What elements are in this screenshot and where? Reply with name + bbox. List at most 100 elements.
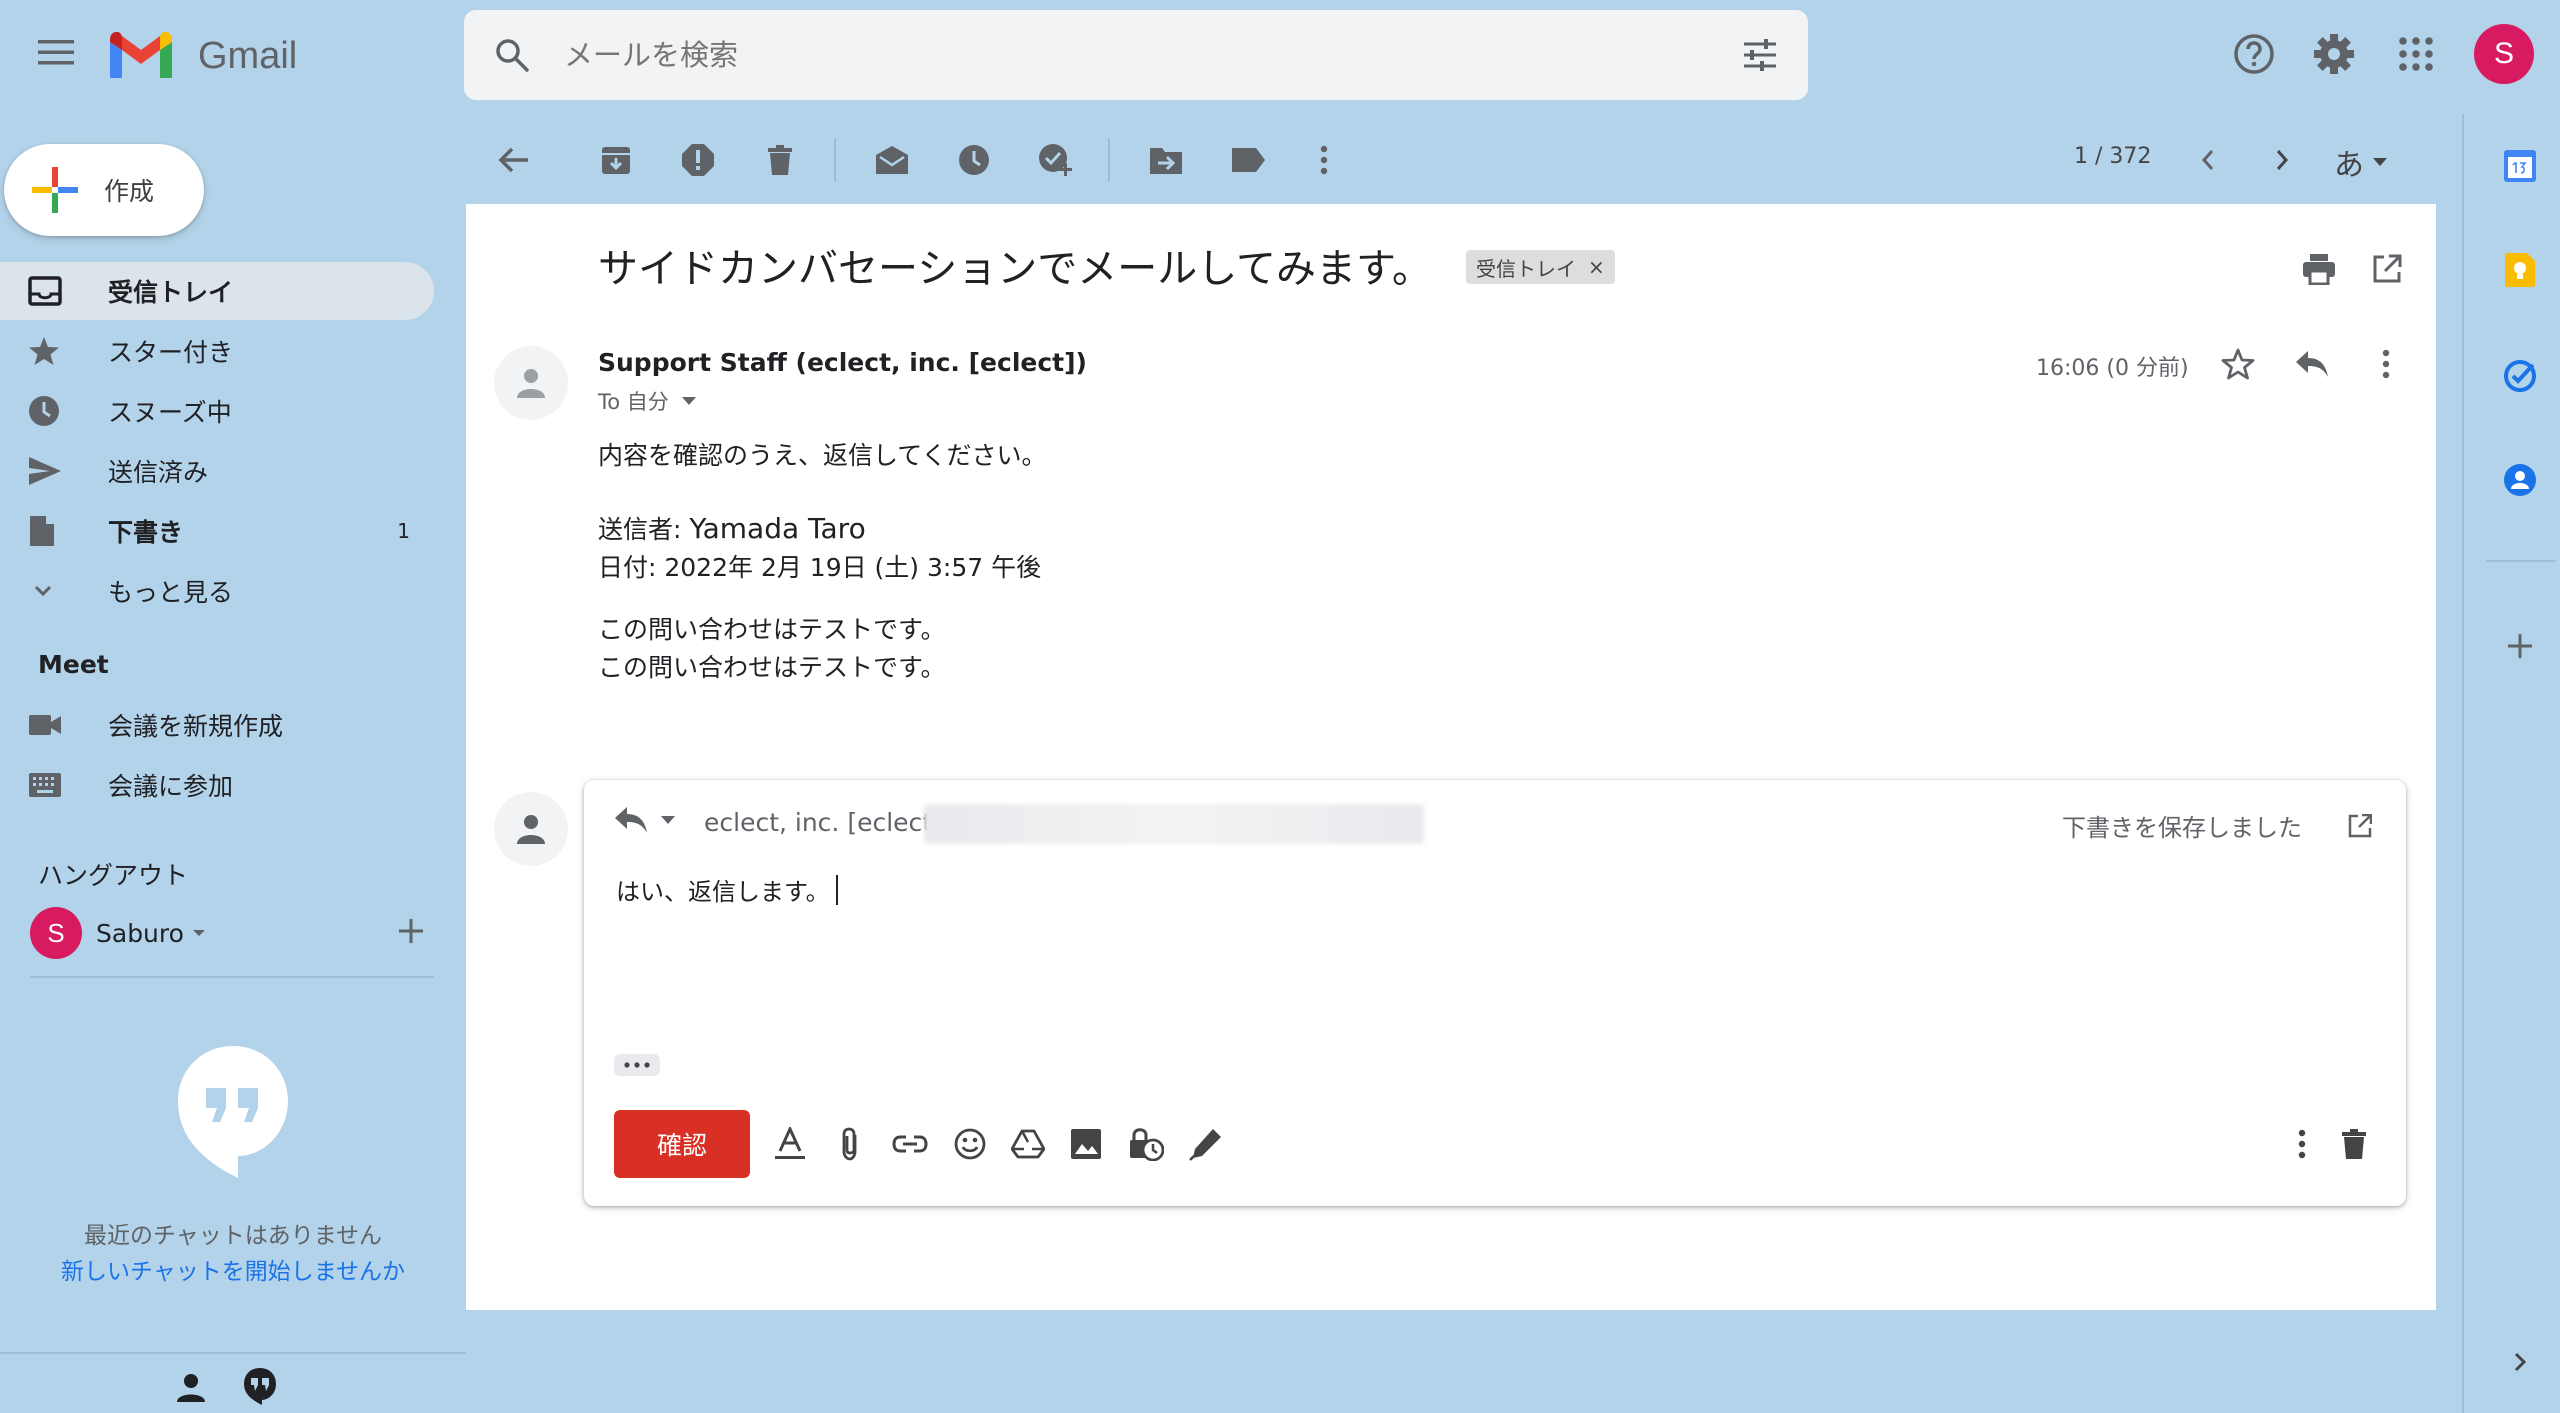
snooze-button[interactable]: [948, 134, 1000, 186]
insert-link-button[interactable]: [886, 1118, 934, 1170]
send-icon: [28, 456, 84, 486]
print-icon: [2303, 254, 2335, 285]
reply-body-input[interactable]: はい、返信します。: [616, 872, 838, 907]
discard-draft-button[interactable]: [2330, 1118, 2378, 1170]
pen-icon: [1189, 1129, 1221, 1161]
app-name: Gmail: [198, 34, 298, 77]
chevron-right-icon: [2514, 1352, 2527, 1372]
hangouts-user-name: Saburo: [96, 918, 184, 948]
message-body-sender: 送信者: Yamada Taro: [598, 510, 866, 546]
send-button[interactable]: 確認: [614, 1110, 750, 1178]
attach-files-button[interactable]: [826, 1118, 874, 1170]
sender-avatar[interactable]: [494, 346, 568, 420]
input-tools-button[interactable]: あ: [2334, 140, 2388, 184]
keep-app-button[interactable]: [2494, 244, 2546, 296]
contacts-app-button[interactable]: [2494, 454, 2546, 506]
sender-name[interactable]: Support Staff (eclect, inc. [eclect]): [598, 348, 1087, 377]
sidebar-item-drafts[interactable]: 下書き 1: [0, 502, 434, 560]
back-button[interactable]: [488, 134, 540, 186]
sidebar-item-snoozed[interactable]: スヌーズ中: [0, 382, 434, 440]
search-icon[interactable]: [494, 37, 530, 73]
newer-button[interactable]: [2184, 134, 2232, 186]
print-all-button[interactable]: [2292, 242, 2346, 296]
reply-recipient[interactable]: eclect, inc. [eclect]: [704, 808, 942, 837]
settings-button[interactable]: [2306, 26, 2362, 82]
reply-icon: [615, 807, 647, 833]
reply-user-avatar: [494, 792, 568, 866]
move-to-button[interactable]: [1140, 134, 1192, 186]
caret-down-icon[interactable]: [192, 928, 206, 938]
formatting-options-button[interactable]: [766, 1118, 814, 1170]
get-addons-button[interactable]: [2494, 620, 2546, 672]
sidebar-item-more[interactable]: もっと見る: [0, 562, 434, 620]
sidebar-item-label: 下書き: [108, 518, 184, 547]
add-task-icon: [1039, 144, 1072, 176]
meet-new-meeting[interactable]: 会議を新規作成: [0, 696, 434, 754]
main-menu-button[interactable]: [28, 24, 84, 80]
trash-icon: [768, 145, 792, 175]
more-vert-icon: [2298, 1129, 2306, 1159]
search-input[interactable]: [564, 38, 1742, 72]
insert-drive-button[interactable]: [1004, 1118, 1052, 1170]
gmail-logo[interactable]: Gmail: [106, 24, 297, 88]
arrow-back-icon: [498, 147, 528, 173]
older-button[interactable]: [2258, 134, 2306, 186]
more-vert-icon: [1320, 145, 1328, 175]
mark-as-unread-button[interactable]: [866, 134, 918, 186]
label-chip[interactable]: 受信トレイ ×: [1466, 250, 1615, 284]
hangouts-heading: ハングアウト: [38, 861, 189, 890]
insert-signature-button[interactable]: [1182, 1118, 1230, 1170]
help-button[interactable]: [2226, 26, 2282, 82]
message-body-date: 日付: 2022年 2月 19日 (土) 3:57 午後: [598, 553, 1042, 582]
search-options-icon[interactable]: [1742, 38, 1778, 72]
apps-button[interactable]: [2388, 26, 2444, 82]
add-contact-icon[interactable]: [396, 916, 426, 946]
confidential-mode-button[interactable]: [1122, 1118, 1170, 1170]
sidebar-item-sent[interactable]: 送信済み: [0, 442, 434, 500]
search-bar[interactable]: [464, 10, 1808, 100]
calendar-app-button[interactable]: [2494, 140, 2546, 192]
recipient-details[interactable]: To 自分: [598, 386, 697, 416]
chevron-down-icon: [28, 581, 84, 601]
attachment-icon: [842, 1127, 857, 1161]
trash-icon: [2342, 1129, 2366, 1159]
sidebar-item-inbox[interactable]: 受信トレイ: [0, 262, 434, 320]
meet-join-meeting[interactable]: 会議に参加: [0, 756, 434, 814]
label-icon: [1232, 148, 1265, 172]
hangouts-user[interactable]: S Saburo: [30, 906, 440, 960]
remove-label-icon[interactable]: ×: [1588, 255, 1605, 279]
popout-reply-button[interactable]: [2340, 806, 2380, 846]
more-actions-button[interactable]: [1298, 134, 1350, 186]
hangouts-icon[interactable]: [242, 1366, 278, 1406]
recipient-summary: To 自分: [598, 390, 669, 414]
gear-icon: [2314, 34, 2354, 74]
reply-type-selector[interactable]: [614, 806, 676, 834]
delete-button[interactable]: [754, 134, 806, 186]
labels-button[interactable]: [1222, 134, 1274, 186]
tasks-app-button[interactable]: [2494, 350, 2546, 402]
draft-saved-status: 下書きを保存しました: [2062, 814, 2302, 842]
message-position: 1 / 372: [2074, 144, 2152, 169]
drive-icon: [1011, 1129, 1045, 1159]
report-spam-button[interactable]: [672, 134, 724, 186]
insert-emoji-button[interactable]: [946, 1118, 994, 1170]
star-button[interactable]: [2210, 336, 2266, 392]
sidebar-item-starred[interactable]: スター付き: [0, 322, 434, 380]
person-icon: [517, 369, 545, 398]
add-to-tasks-button[interactable]: [1030, 134, 1082, 186]
show-side-panel-button[interactable]: [2498, 1340, 2542, 1384]
more-options-button[interactable]: [2278, 1118, 2326, 1170]
archive-button[interactable]: [590, 134, 642, 186]
insert-photo-button[interactable]: [1062, 1118, 1110, 1170]
person-icon[interactable]: [174, 1370, 208, 1404]
reply-button[interactable]: [2284, 336, 2340, 392]
start-new-chat-link[interactable]: 新しいチャットを開始しませんか: [0, 1252, 466, 1286]
show-trimmed-content-button[interactable]: [614, 1054, 660, 1076]
account-avatar[interactable]: S: [2474, 24, 2534, 84]
compose-button[interactable]: 作成: [4, 144, 204, 236]
caret-down-icon: [2373, 158, 2387, 166]
open-in-new-window-button[interactable]: [2360, 242, 2414, 296]
sidebar-bottom-divider: [0, 1352, 466, 1354]
message-more-button[interactable]: [2360, 336, 2412, 392]
lock-clock-icon: [1130, 1128, 1164, 1161]
